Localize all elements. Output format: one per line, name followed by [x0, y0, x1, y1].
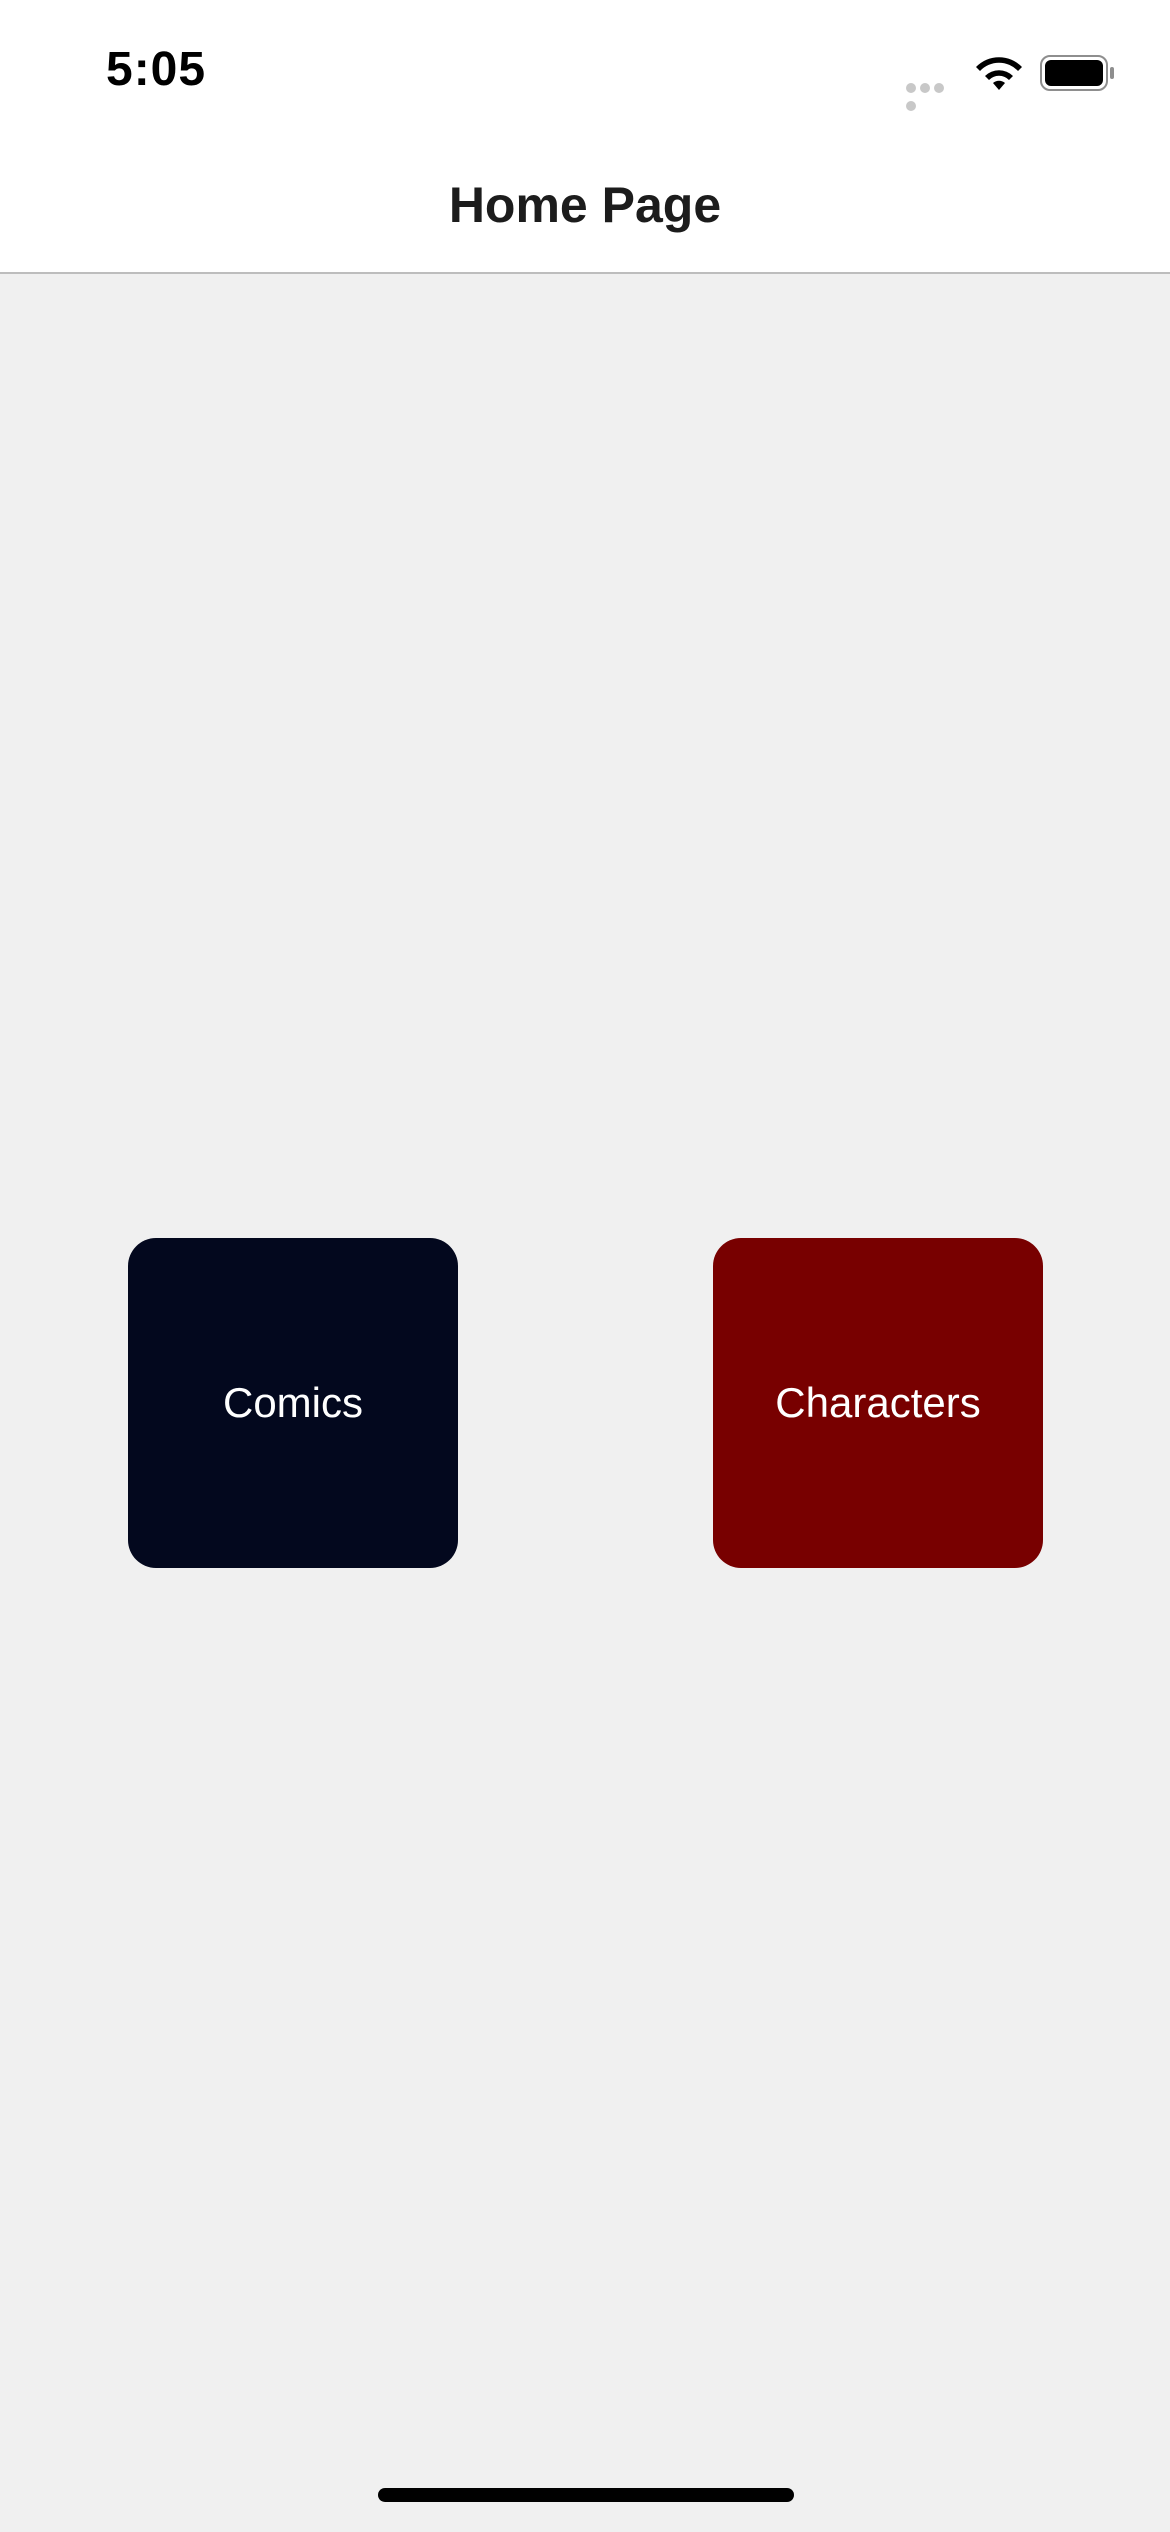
- main-content: Comics Characters: [0, 274, 1170, 2532]
- signal-dots-icon: [906, 80, 960, 111]
- wifi-icon: [976, 57, 1022, 90]
- home-indicator[interactable]: [378, 2488, 794, 2502]
- comics-button[interactable]: Comics: [128, 1238, 458, 1568]
- characters-button[interactable]: Characters: [713, 1238, 1043, 1568]
- page-title: Home Page: [448, 177, 722, 233]
- status-bar: 5:05: [0, 0, 1170, 140]
- navigation-bar: Home Page: [0, 140, 1170, 274]
- status-time: 5:05: [106, 43, 207, 96]
- comics-button-label: Comics: [222, 1379, 363, 1426]
- characters-button-label: Characters: [775, 1379, 981, 1426]
- battery-icon: [1040, 55, 1114, 91]
